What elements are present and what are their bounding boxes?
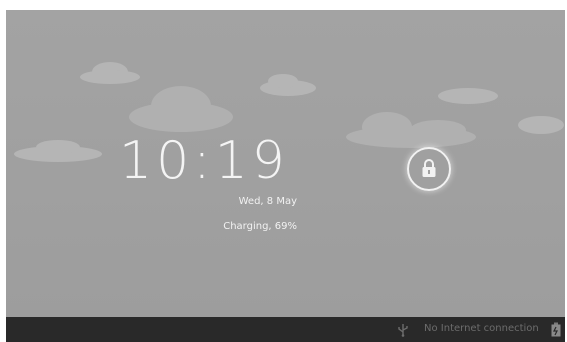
status-bar: No Internet connection xyxy=(6,317,565,342)
lockscreen-clock: 10:19 xyxy=(119,131,289,191)
usb-icon xyxy=(398,324,408,337)
lock-icon xyxy=(422,159,436,177)
lockscreen-date: Wed, 8 May xyxy=(238,196,297,207)
charging-status: Charging, 69% xyxy=(223,221,297,232)
lockscreen-wallpaper: 10:19 Wed, 8 May Charging, 69% xyxy=(6,10,565,317)
connection-status-text: No Internet connection xyxy=(424,323,539,334)
battery-charging-icon xyxy=(551,322,561,337)
unlock-handle[interactable] xyxy=(407,147,451,191)
